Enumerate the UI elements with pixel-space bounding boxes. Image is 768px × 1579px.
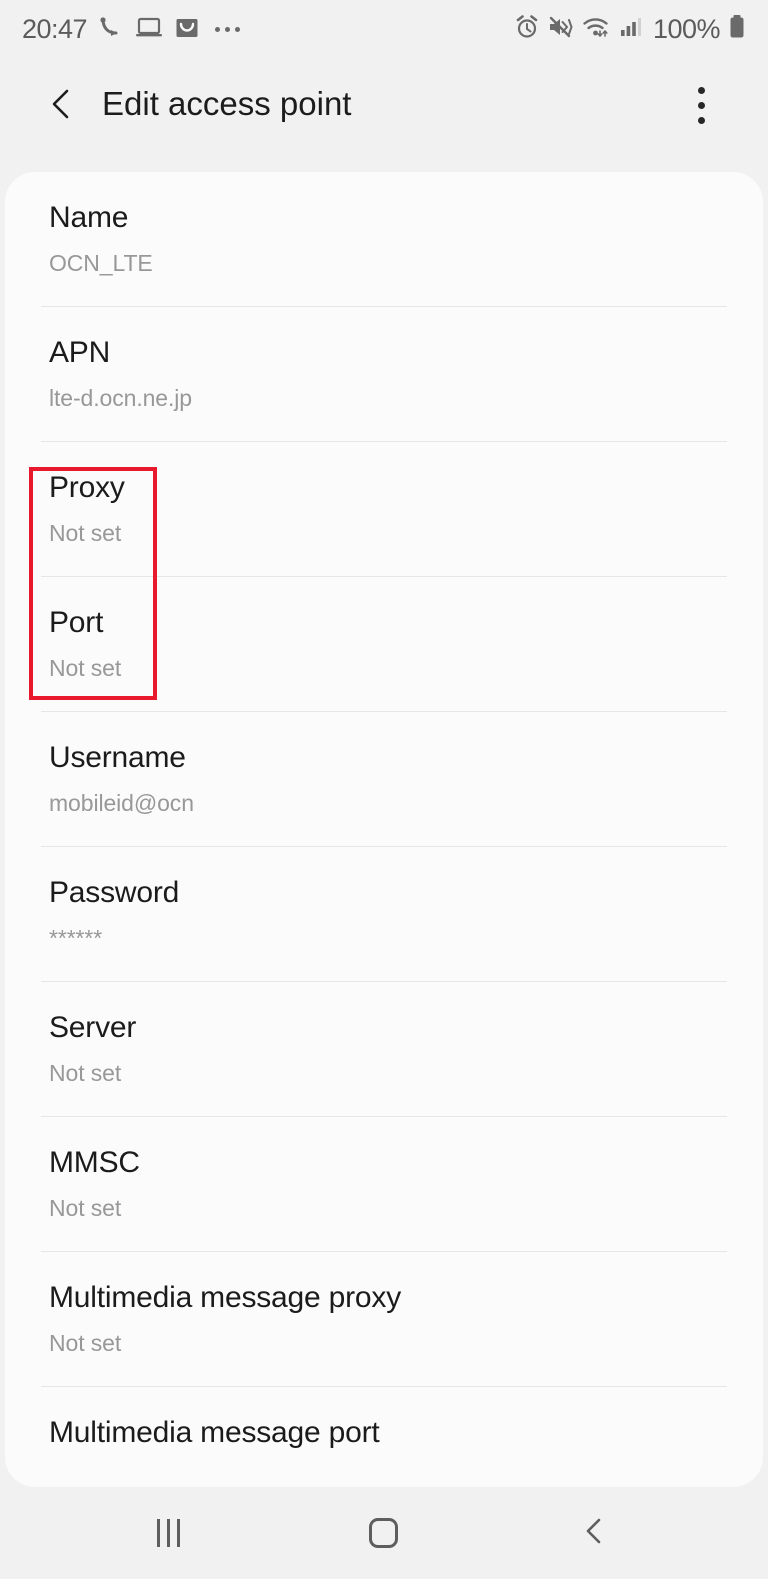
row-title: Server [49,1011,137,1044]
more-notifications-icon [215,26,241,32]
settings-card: Name OCN_LTE APN lte-d.ocn.ne.jp Proxy N… [5,172,763,1487]
overflow-menu-icon[interactable] [678,79,724,131]
back-button[interactable] [535,1487,655,1579]
row-title: Username [49,741,186,774]
list-item[interactable]: Port Not set [5,577,763,711]
list-item[interactable]: APN lte-d.ocn.ne.jp [5,307,763,441]
mute-vibrate-icon [547,14,575,45]
row-title: Password [49,876,180,909]
signal-bars-icon [619,14,643,45]
back-icon [580,1516,610,1551]
row-title: Proxy [49,471,125,504]
row-value: Not set [49,520,122,546]
app-bar: Edit access point [0,58,768,172]
row-title: MMSC [49,1146,140,1179]
row-value: ****** [49,925,103,951]
status-time: 20:47 [22,13,88,44]
row-value: mobileid@ocn [49,790,194,816]
list-item[interactable]: Proxy Not set [5,442,763,576]
home-icon [368,1518,398,1548]
list-item[interactable]: Server Not set [5,982,763,1116]
recent-apps-button[interactable] [108,1487,228,1579]
alarm-icon [514,14,540,45]
row-title: Name [49,201,129,234]
navigation-bar [0,1487,768,1579]
row-title: APN [49,336,111,369]
status-bar-left: 20:47 [22,13,241,46]
home-button[interactable] [323,1487,443,1579]
status-bar-right: 100% [514,13,746,46]
back-chevron-icon[interactable] [38,80,86,128]
row-title: Multimedia message proxy [49,1281,402,1314]
list-item[interactable]: Name OCN_LTE [5,172,763,306]
row-title: Multimedia message port [49,1416,380,1449]
row-value: lte-d.ocn.ne.jp [49,385,192,411]
recent-apps-icon [156,1519,180,1547]
row-value: Not set [49,655,122,681]
list-item[interactable]: Password ****** [5,847,763,981]
wifi-icon [582,14,612,45]
shopping-bag-icon [174,13,200,46]
apn-settings-list: Name OCN_LTE APN lte-d.ocn.ne.jp Proxy N… [5,172,763,1448]
list-item[interactable]: Multimedia message proxy Not set [5,1252,763,1386]
laptop-icon [135,14,163,45]
page-title: Edit access point [102,85,352,122]
call-forwarding-icon [98,14,124,45]
status-bar: 20:47 100% [0,0,768,58]
row-title: Port [49,606,104,639]
row-value: OCN_LTE [49,250,153,276]
battery-icon [728,13,746,46]
list-item[interactable]: Username mobileid@ocn [5,712,763,846]
row-value: Not set [49,1330,122,1356]
list-item[interactable]: MMSC Not set [5,1117,763,1251]
battery-percent-label: 100% [652,13,721,44]
list-item[interactable]: Multimedia message port [5,1387,763,1448]
row-value: Not set [49,1195,122,1221]
row-value: Not set [49,1060,122,1086]
